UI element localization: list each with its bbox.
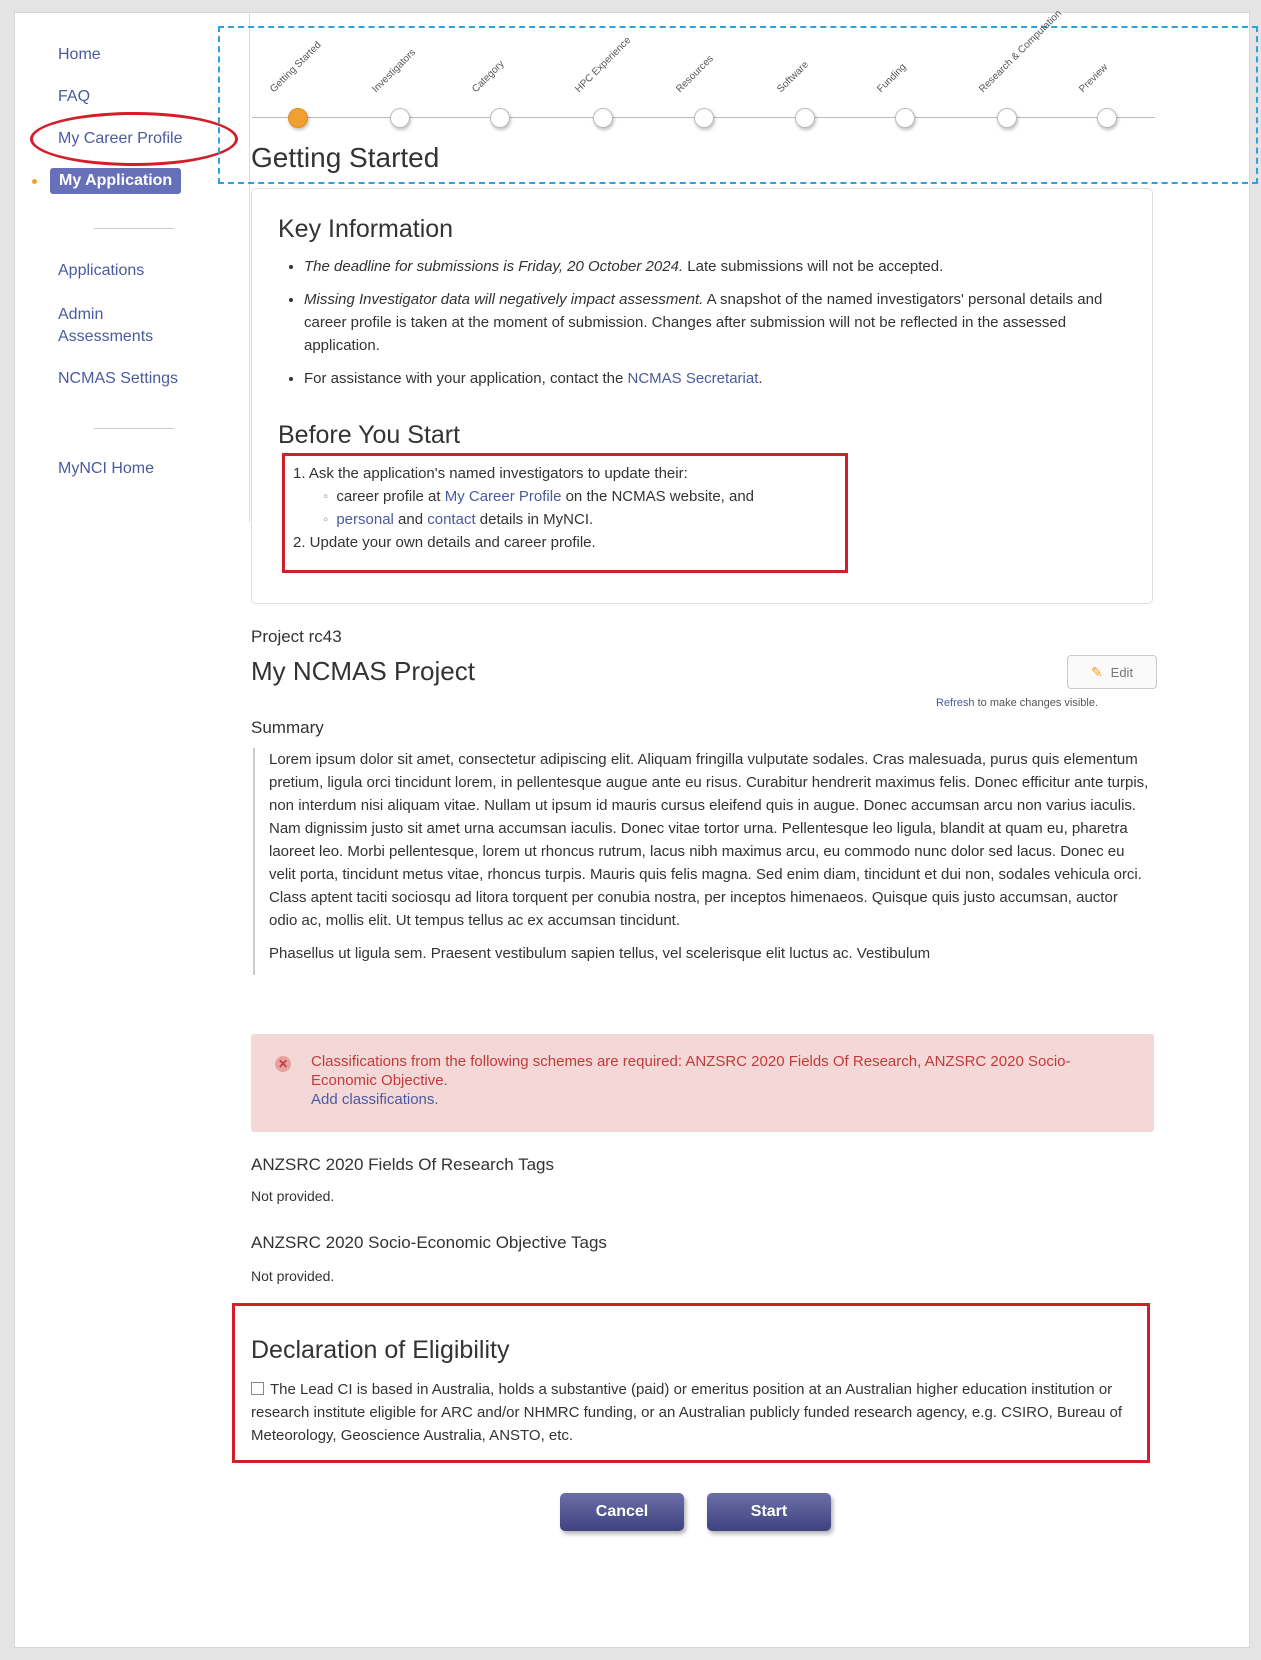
seo-tags-value: Not provided. — [251, 1268, 335, 1284]
project-name: My NCMAS Project — [251, 656, 475, 686]
error-icon: ✕ — [275, 1056, 291, 1072]
start-button[interactable]: Start — [707, 1493, 831, 1531]
page-title: Getting Started — [251, 142, 440, 173]
alert-text: Classifications from the following schem… — [311, 1053, 1071, 1089]
nav-mynci-home[interactable]: MyNCI Home — [58, 460, 154, 478]
declaration-box: Declaration of Eligibility The Lead CI i… — [232, 1303, 1150, 1463]
before-start-box: 1. Ask the application's named investiga… — [282, 453, 848, 573]
declaration-text: The Lead CI is based in Australia, holds… — [251, 1381, 1123, 1444]
missing-data-text: Missing Investigator data will negativel… — [304, 291, 704, 308]
nav-applications[interactable]: Applications — [58, 262, 144, 280]
step-dot-2[interactable] — [390, 108, 410, 128]
refresh-text: to make changes visible. — [974, 697, 1099, 709]
before-sub-1: career profile at My Career Profile on t… — [293, 485, 837, 508]
active-indicator-dot — [32, 179, 37, 184]
my-career-profile-link[interactable]: My Career Profile — [445, 488, 562, 505]
eligibility-checkbox[interactable] — [251, 1382, 264, 1395]
nav-home[interactable]: Home — [58, 46, 101, 64]
nav-admin-label: Admin — [58, 306, 104, 323]
step-dot-6[interactable] — [795, 108, 815, 128]
alert-message: Classifications from the following schem… — [311, 1052, 1111, 1109]
sub-text: on the NCMAS website, and — [561, 488, 755, 505]
list-item: For assistance with your application, co… — [304, 367, 1124, 390]
before-start-heading: Before You Start — [278, 421, 461, 449]
before-step-2: 2. Update your own details and career pr… — [293, 534, 596, 551]
nav-separator — [94, 228, 174, 229]
for-tags-value: Not provided. — [251, 1188, 335, 1204]
refresh-link[interactable]: Refresh — [936, 697, 975, 709]
step-dot-8[interactable] — [997, 108, 1017, 128]
sub-text: career profile at — [336, 488, 445, 505]
assistance-text: For assistance with your application, co… — [304, 370, 628, 387]
deadline-text: The deadline for submissions is Friday, … — [304, 258, 684, 275]
contact-link[interactable]: contact — [427, 511, 475, 528]
sub-text: details in MyNCI. — [475, 511, 594, 528]
edit-label: Edit — [1110, 664, 1134, 680]
declaration-heading: Declaration of Eligibility — [251, 1336, 510, 1364]
nav-faq[interactable]: FAQ — [58, 88, 90, 106]
step-dot-5[interactable] — [694, 108, 714, 128]
summary-paragraph: Phasellus ut ligula sem. Praesent vestib… — [269, 945, 931, 962]
summary-paragraph: Lorem ipsum dolor sit amet, consectetur … — [269, 751, 1149, 929]
seo-tags-heading: ANZSRC 2020 Socio-Economic Objective Tag… — [251, 1233, 607, 1252]
step-dot-7[interactable] — [895, 108, 915, 128]
deadline-note: Late submissions will not be accepted. — [683, 258, 944, 275]
before-sub-2: personal and contact details in MyNCI. — [293, 508, 837, 531]
nav-my-application[interactable]: My Application — [50, 168, 182, 194]
key-info-list: The deadline for submissions is Friday, … — [286, 255, 1124, 400]
nav-ncmas-settings[interactable]: NCMAS Settings — [58, 370, 178, 388]
personal-link[interactable]: personal — [336, 511, 394, 528]
step-dot-3[interactable] — [490, 108, 510, 128]
add-classifications-link[interactable]: Add classifications. — [311, 1091, 439, 1108]
ncmas-secretariat-link[interactable]: NCMAS Secretariat — [628, 370, 759, 387]
punctuation: . — [758, 370, 763, 387]
key-info-heading: Key Information — [278, 215, 454, 243]
refresh-note: Refresh to make changes visible. — [936, 697, 1098, 709]
before-step-1: 1. Ask the application's named investiga… — [293, 465, 688, 482]
nav-assessments-label: Assessments — [58, 328, 154, 345]
project-id: Project rc43 — [251, 627, 342, 646]
declaration-content: The Lead CI is based in Australia, holds… — [251, 1378, 1131, 1447]
key-info-panel: Key Information The deadline for submiss… — [251, 188, 1153, 604]
sub-text: and — [393, 511, 428, 528]
step-dot-1[interactable] — [288, 108, 308, 128]
for-tags-heading: ANZSRC 2020 Fields Of Research Tags — [251, 1155, 554, 1174]
summary-text: Lorem ipsum dolor sit amet, consectetur … — [253, 748, 1149, 975]
annotation-ellipse — [30, 112, 238, 166]
nav-separator — [94, 428, 174, 429]
step-dot-9[interactable] — [1097, 108, 1117, 128]
nav-admin-assessments[interactable]: Admin Assessments — [58, 304, 153, 348]
classification-alert: ✕ Classifications from the following sch… — [251, 1034, 1154, 1132]
edit-button[interactable]: ✎ Edit — [1067, 655, 1157, 689]
cancel-button[interactable]: Cancel — [560, 1493, 684, 1531]
list-item: Missing Investigator data will negativel… — [304, 288, 1124, 357]
pencil-icon: ✎ — [1090, 663, 1103, 680]
list-item: The deadline for submissions is Friday, … — [304, 255, 1124, 278]
step-dot-4[interactable] — [593, 108, 613, 128]
summary-heading: Summary — [251, 718, 324, 737]
